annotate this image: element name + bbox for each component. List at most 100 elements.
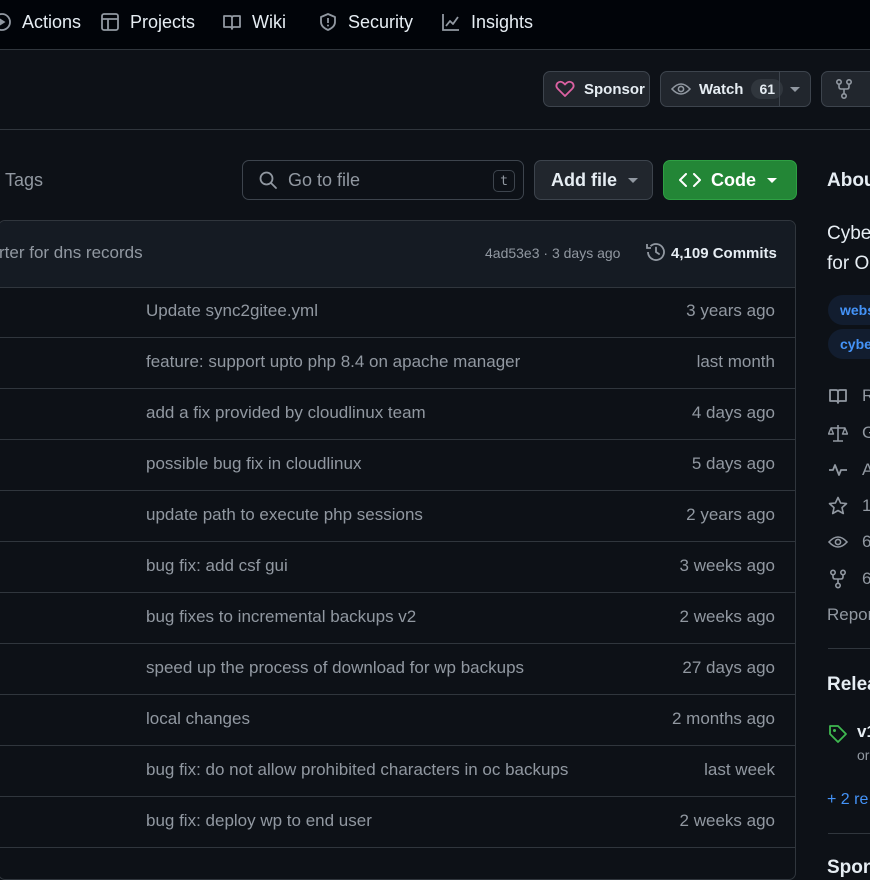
commit-date: last week — [704, 760, 775, 779]
file-table: rter for dns records 4ad53e3 · 3 days ag… — [0, 220, 796, 880]
activity-link[interactable]: A — [828, 460, 870, 480]
table-row[interactable]: bug fix: add csf gui 3 weeks ago — [0, 542, 795, 593]
eye-icon — [828, 532, 848, 552]
table-icon — [100, 12, 120, 32]
nav-item-insights[interactable]: Insights — [441, 0, 533, 44]
repo-header: Sponsor Watch 61 — [0, 50, 870, 130]
latest-commit-message[interactable]: rter for dns records — [0, 243, 143, 263]
commit-message[interactable]: bug fixes to incremental backups v2 — [146, 607, 416, 627]
latest-commit-sha[interactable]: 4ad53e3 · 3 days ago — [485, 245, 620, 261]
table-row[interactable]: speed up the process of download for wp … — [0, 644, 795, 695]
chevron-down-icon[interactable] — [789, 86, 801, 94]
search-placeholder: Go to file — [288, 169, 361, 190]
graph-icon — [441, 12, 461, 32]
commit-message[interactable]: add a fix provided by cloudlinux team — [146, 403, 426, 423]
nav-item-label: Projects — [130, 11, 196, 32]
commit-date: 2 months ago — [671, 709, 775, 728]
table-row[interactable]: feature: support upto php 8.4 on apache … — [0, 338, 795, 389]
watch-label: Watch — [699, 80, 744, 98]
chevron-down-icon — [627, 177, 639, 185]
sponsor-heading: Spon — [827, 857, 870, 878]
sponsor-button[interactable]: Sponsor — [543, 71, 650, 107]
button-divider — [779, 72, 780, 106]
actions-icon — [0, 12, 12, 32]
release-subtext: or — [857, 747, 870, 763]
commit-message[interactable]: possible bug fix in cloudlinux — [146, 454, 361, 474]
commit-message[interactable]: bug fix: do not allow prohibited charact… — [146, 760, 568, 780]
commit-date: last month — [696, 352, 775, 371]
commit-date: 3 years ago — [686, 301, 775, 320]
nav-item-actions[interactable]: Actions — [0, 0, 81, 44]
table-row[interactable]: bug fix: do not allow prohibited charact… — [0, 746, 795, 797]
topic-tag[interactable]: webs — [828, 295, 870, 325]
nav-item-security[interactable]: Security — [318, 0, 413, 44]
commits-link[interactable]: 4,109 Commits — [671, 245, 777, 262]
code-button[interactable]: Code — [663, 160, 797, 200]
tags-link[interactable]: Tags — [5, 170, 43, 191]
code-label: Code — [711, 169, 756, 190]
stars-link[interactable]: 1. — [828, 496, 870, 516]
sidebar-stat-text: R — [862, 386, 870, 405]
nav-item-label: Wiki — [252, 11, 286, 32]
nav-item-wiki[interactable]: Wiki — [222, 0, 286, 44]
forks-link[interactable]: 6 — [828, 569, 870, 589]
book-icon — [828, 386, 848, 406]
commit-date: 5 days ago — [691, 454, 775, 473]
sidebar-stat-text: G — [862, 423, 870, 442]
commit-message[interactable]: feature: support upto php 8.4 on apache … — [146, 352, 520, 372]
table-row[interactable] — [0, 848, 795, 879]
history-icon — [645, 241, 667, 263]
description-line: for O — [827, 253, 870, 274]
report-link[interactable]: Repor — [827, 605, 870, 625]
fork-icon — [836, 79, 852, 99]
table-row[interactable]: possible bug fix in cloudlinux 5 days ag… — [0, 440, 795, 491]
topic-tag[interactable]: cybe — [828, 329, 870, 359]
watch-button[interactable]: Watch 61 — [660, 71, 811, 107]
release-tag[interactable]: v1 — [857, 722, 870, 742]
shortcut-hint: t — [493, 170, 515, 192]
sidebar-stat-text: A — [862, 460, 870, 479]
more-releases-link[interactable]: + 2 re — [827, 791, 868, 809]
table-row[interactable]: Update sync2gitee.yml 3 years ago — [0, 287, 795, 338]
shield-icon — [318, 12, 338, 32]
add-file-button[interactable]: Add file — [534, 160, 653, 200]
pulse-icon — [828, 460, 848, 480]
commit-date: 2 weeks ago — [679, 607, 775, 626]
chevron-down-icon — [766, 177, 778, 185]
sponsor-label: Sponsor — [584, 80, 645, 98]
table-row[interactable]: update path to execute php sessions 2 ye… — [0, 491, 795, 542]
releases-heading[interactable]: Relea — [827, 674, 870, 696]
eye-icon — [671, 81, 691, 97]
repo-description: Cybe for O — [827, 219, 870, 279]
divider — [828, 648, 870, 649]
tag-icon — [828, 724, 848, 744]
add-file-label: Add file — [551, 169, 617, 190]
commit-message[interactable]: speed up the process of download for wp … — [146, 658, 524, 678]
commit-date: 27 days ago — [682, 658, 775, 677]
table-row[interactable]: bug fix: deploy wp to end user 2 weeks a… — [0, 797, 795, 848]
fork-button[interactable] — [821, 71, 870, 107]
nav-item-projects[interactable]: Projects — [100, 0, 195, 44]
code-icon — [679, 173, 701, 187]
search-icon — [258, 170, 278, 190]
go-to-file-input[interactable]: Go to file t — [242, 160, 524, 200]
table-row[interactable]: local changes 2 months ago — [0, 695, 795, 746]
commit-message[interactable]: Update sync2gitee.yml — [146, 301, 318, 321]
commit-date: 2 weeks ago — [679, 811, 775, 830]
watchers-link[interactable]: 6 — [828, 532, 870, 552]
table-row[interactable]: bug fixes to incremental backups v2 2 we… — [0, 593, 795, 644]
sidebar-stat-text: 6 — [862, 569, 870, 588]
commit-message[interactable]: bug fix: deploy wp to end user — [146, 811, 372, 831]
commit-message[interactable]: bug fix: add csf gui — [146, 556, 288, 576]
commit-message[interactable]: local changes — [146, 709, 250, 729]
description-line: Cybe — [827, 223, 870, 244]
about-heading: Abou — [827, 170, 870, 191]
readme-link[interactable]: R — [828, 386, 870, 406]
book-icon — [222, 12, 242, 32]
commit-date: 2 years ago — [686, 505, 775, 524]
table-row[interactable]: add a fix provided by cloudlinux team 4 … — [0, 389, 795, 440]
commit-message[interactable]: update path to execute php sessions — [146, 505, 423, 525]
fork-icon — [828, 569, 848, 589]
nav-item-label: Actions — [22, 11, 82, 32]
license-link[interactable]: G — [828, 423, 870, 443]
